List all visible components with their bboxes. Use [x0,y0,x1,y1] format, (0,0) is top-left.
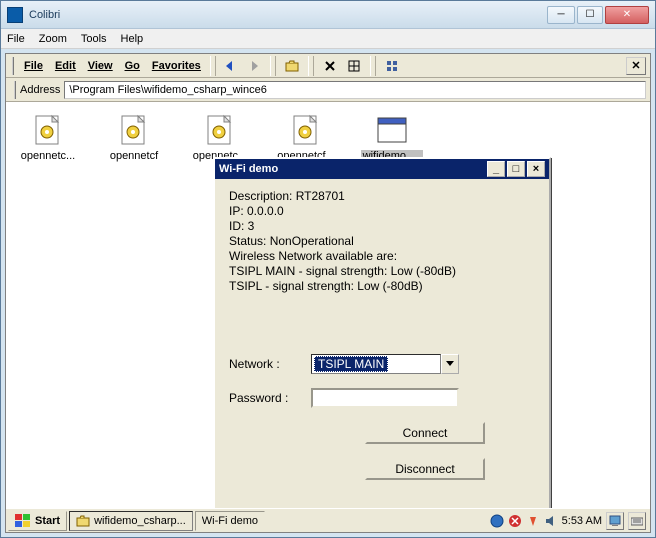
wifi-description: Description: RT28701 [229,189,535,204]
delete-button[interactable] [319,56,341,76]
file-browser-content: opennetc... opennetcf opennetc... openne… [6,102,650,508]
menu-help[interactable]: Help [121,33,144,45]
menu-file[interactable]: File [7,33,25,45]
password-label: Password : [229,391,311,405]
separator [370,56,376,76]
network-selected-value: TSIPL MAIN [314,356,388,372]
ce-menu-go[interactable]: Go [119,58,146,74]
wifi-status: Status: NonOperational [229,234,535,249]
tray-volume-icon[interactable] [544,514,558,528]
chevron-down-icon [446,361,454,367]
wifi-network-entry: TSIPL - signal strength: Low (-80dB) [229,279,535,294]
minimize-button[interactable]: ─ [547,6,575,24]
desktop-icon [609,515,621,527]
file-label: opennetc... [19,150,77,162]
start-button[interactable]: Start [8,511,67,531]
ce-menubar: File Edit View Go Favorites ✕ [6,54,650,78]
separator [308,56,314,76]
tray-clock[interactable]: 5:53 AM [562,515,602,527]
gear-file-icon [118,114,150,146]
dropdown-button[interactable] [441,354,459,374]
show-desktop-button[interactable] [606,512,624,530]
gear-file-icon [32,114,64,146]
taskbar-item-wifi[interactable]: Wi-Fi demo [195,511,265,531]
ce-menu-file[interactable]: File [18,58,49,74]
back-button[interactable] [219,56,241,76]
address-grip[interactable] [10,81,16,99]
vista-window: Colibri ─ ☐ ✕ File Zoom Tools Help File … [0,0,656,538]
taskbar: Start wifidemo_csharp... Wi-Fi demo 5:53… [6,508,650,532]
windows-flag-icon [15,514,31,528]
start-label: Start [35,515,60,527]
wifi-titlebar[interactable]: Wi-Fi demo _ □ × [215,159,549,179]
menu-tools[interactable]: Tools [81,33,107,45]
file-item-dll[interactable]: opennetc... [16,114,80,162]
ce-menu-view[interactable]: View [82,58,119,74]
window-title: Colibri [29,9,547,21]
ce-menu-edit[interactable]: Edit [49,58,82,74]
app-icon [7,7,23,23]
wifi-demo-dialog: Wi-Fi demo _ □ × Description: RT28701 IP… [213,157,551,508]
system-tray: 5:53 AM [490,512,648,530]
wifi-close-button[interactable]: × [527,161,545,177]
taskbar-item-label: wifidemo_csharp... [94,515,186,527]
forward-button[interactable] [243,56,265,76]
outer-menu: File Zoom Tools Help [1,29,655,49]
keyboard-icon [631,515,643,527]
gear-file-icon [290,114,322,146]
wifi-ip: IP: 0.0.0.0 [229,204,535,219]
tray-network-error-icon[interactable] [508,514,522,528]
file-label: opennetcf [108,150,160,162]
file-item-exe[interactable]: wifidemo_... [360,114,424,162]
gear-file-icon [204,114,236,146]
toolbar-grip[interactable] [8,57,14,75]
vista-titlebar[interactable]: Colibri ─ ☐ ✕ [1,1,655,29]
password-row: Password : [229,388,535,408]
ce-close-button[interactable]: ✕ [626,57,646,75]
maximize-button[interactable]: ☐ [577,6,603,24]
ce-menu-favorites[interactable]: Favorites [146,58,207,74]
password-input[interactable] [311,388,459,408]
tray-wireless-icon[interactable] [526,514,540,528]
view-icons-button[interactable] [381,56,403,76]
connect-button[interactable]: Connect [365,422,485,444]
wifi-title-text: Wi-Fi demo [219,163,485,175]
wifi-id: ID: 3 [229,219,535,234]
taskbar-item-label: Wi-Fi demo [202,515,258,527]
separator [270,56,276,76]
close-button[interactable]: ✕ [605,6,649,24]
wifi-minimize-button[interactable]: _ [487,161,505,177]
folder-icon [76,514,90,528]
properties-button[interactable] [343,56,365,76]
wifi-info-block: Description: RT28701 IP: 0.0.0.0 ID: 3 S… [229,189,535,294]
address-input[interactable] [64,81,646,99]
network-label: Network : [229,357,311,371]
tray-globe-icon[interactable] [490,514,504,528]
wifi-maximize-button[interactable]: □ [507,161,525,177]
file-item-dll[interactable]: opennetcf [102,114,166,162]
wifi-body: Description: RT28701 IP: 0.0.0.0 ID: 3 S… [215,179,549,498]
wifi-network-entry: TSIPL MAIN - signal strength: Low (-80dB… [229,264,535,279]
keyboard-button[interactable] [628,512,646,530]
separator [210,56,216,76]
network-row: Network : TSIPL MAIN [229,354,535,374]
wince-area: File Edit View Go Favorites ✕ Address [5,53,651,533]
address-bar: Address [6,78,650,102]
file-item-dll[interactable]: opennetcf... [274,114,338,162]
address-label: Address [20,84,60,96]
wifi-available-header: Wireless Network available are: [229,249,535,264]
file-item-dll[interactable]: opennetc... [188,114,252,162]
window-app-icon [376,114,408,146]
network-select[interactable]: TSIPL MAIN [311,354,441,374]
taskbar-item-folder[interactable]: wifidemo_csharp... [69,511,193,531]
menu-zoom[interactable]: Zoom [39,33,67,45]
up-folder-button[interactable] [281,56,303,76]
disconnect-button[interactable]: Disconnect [365,458,485,480]
